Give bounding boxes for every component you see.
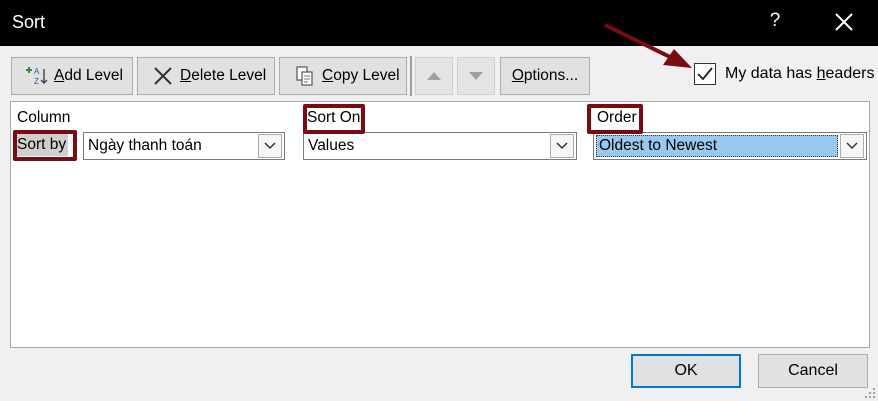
sort-on-dropdown[interactable]: Values [303,132,577,160]
toolbar-divider [410,56,412,96]
sort-levels-grid: Column Sort On Order Sort by Ngày thanh … [10,101,870,348]
chevron-down-icon [846,142,858,150]
delete-level-label: Delete Level [180,67,267,84]
sort-by-highlight-box [13,130,77,161]
copy-icon [292,65,318,87]
order-dropdown-value: Oldest to Newest [596,135,838,157]
checkmark-icon [697,67,713,81]
ok-button[interactable]: OK [631,354,741,388]
copy-level-label: Copy Level [322,67,400,84]
cancel-button[interactable]: Cancel [758,354,868,388]
options-label: Options... [511,67,579,84]
help-button[interactable]: ? [766,10,784,32]
order-dropdown-button[interactable] [840,134,864,158]
column-dropdown-value: Ngày thanh toán [88,137,202,154]
column-dropdown[interactable]: Ngày thanh toán [83,132,285,160]
add-level-button[interactable]: A Z Add Level [11,57,133,95]
window-title: Sort [12,12,46,32]
my-data-has-headers-checkbox[interactable]: My data has headers [694,63,874,85]
sort-on-dropdown-button[interactable] [550,134,574,158]
delete-level-button[interactable]: Delete Level [137,57,275,95]
sort-on-dropdown-value: Values [308,137,355,154]
headers-checkbox-label: My data has headers [725,65,875,82]
sort-on-highlight-box [303,104,365,134]
svg-text:A: A [34,67,40,76]
order-highlight-box [587,104,643,134]
svg-text:Z: Z [34,77,39,86]
move-up-button[interactable] [415,57,453,95]
close-icon [835,13,853,31]
order-dropdown[interactable]: Oldest to Newest [593,132,867,160]
options-button[interactable]: Options... [500,57,590,95]
column-header-column: Column [17,109,71,126]
add-level-label: Add Level [54,67,123,84]
column-dropdown-button[interactable] [258,134,282,158]
arrow-up-icon [427,72,441,80]
delete-icon [150,65,176,87]
chevron-down-icon [264,142,276,150]
add-level-icon: A Z [24,65,50,87]
resize-grip-icon[interactable] [864,387,876,399]
move-down-button[interactable] [457,57,495,95]
title-bar: Sort ? [0,0,878,46]
checkbox-box[interactable] [694,63,716,85]
close-button[interactable] [832,10,856,34]
chevron-down-icon [556,142,568,150]
arrow-down-icon [469,72,483,80]
copy-level-button[interactable]: Copy Level [279,57,407,95]
